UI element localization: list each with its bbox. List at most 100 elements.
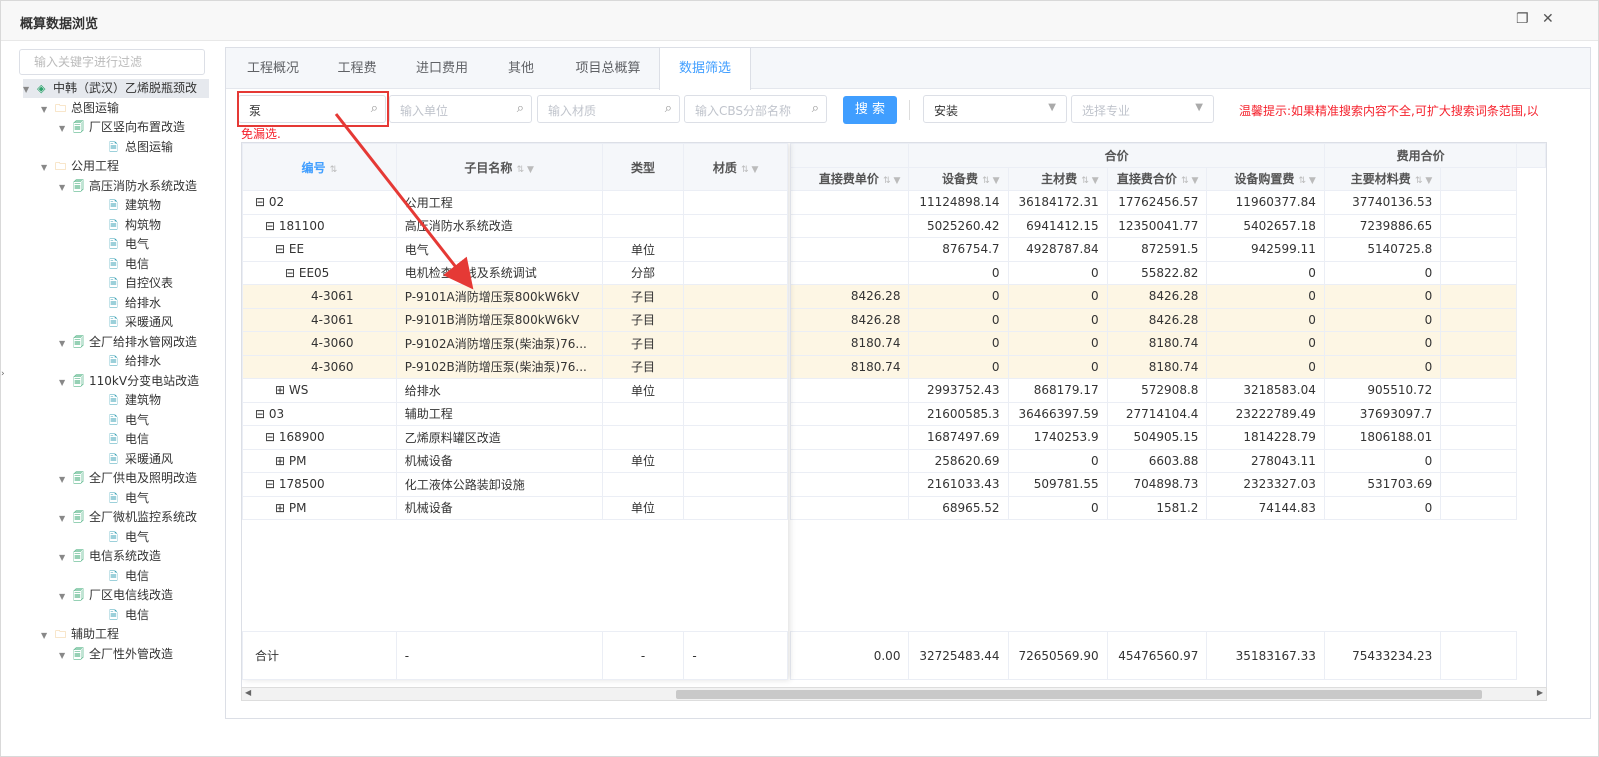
table-row[interactable]: 4-3060 P-9102B消防增压泵(柴油泵)76... 子目 (242, 354, 788, 379)
search-icon[interactable]: ⌕ (812, 101, 819, 116)
specialty-select[interactable]: 选择专业 ▼ (1071, 95, 1214, 123)
cell-code[interactable]: 4-3060 (242, 354, 397, 379)
header-main-mat-fee[interactable]: 主要材料费 ⇅ ▼ (1323, 166, 1442, 191)
tree-node[interactable]: 🗎 自控仪表 (95, 274, 173, 293)
tab-data-filter[interactable]: 数据筛选 (659, 48, 751, 90)
search-icon[interactable]: ⌕ (517, 101, 524, 116)
tree-node[interactable]: 🗎 给排水 (95, 352, 161, 371)
tree-node[interactable]: ▼ 🗐 全厂给排水管网改造 (59, 333, 197, 352)
cell-code[interactable]: ⊟ 168900 (242, 425, 397, 450)
cell-code[interactable]: ⊟ 03 (242, 401, 397, 426)
horizontal-scrollbar[interactable]: ◀ ▶ (241, 687, 1547, 701)
table-row[interactable]: ⊟ 178500 化工液体公路装卸设施 (242, 472, 788, 497)
table-row[interactable]: 21600585.3 36466397.59 27714104.4 23222789.… (789, 401, 1546, 426)
cell-code[interactable]: ⊟ 181100 (242, 213, 397, 238)
cell-code[interactable]: ⊞ PM (242, 448, 397, 473)
sort-icon[interactable]: ⇅ (330, 165, 338, 175)
expand-arrow-icon[interactable]: ▼ (59, 509, 73, 528)
table-row[interactable]: 8426.28 0 0 8426.28 0 0 (789, 307, 1546, 332)
table-row[interactable]: 68965.52 0 1581.2 74144.83 0 (789, 495, 1546, 520)
sort-filter-icon[interactable]: ⇅ ▼ (1299, 176, 1316, 186)
expand-arrow-icon[interactable]: ▼ (59, 334, 73, 353)
expand-arrow-icon[interactable]: ▼ (41, 626, 55, 645)
expand-arrow-icon[interactable]: ▼ (23, 80, 37, 99)
tree-node[interactable]: ▼ ◈ 中韩（武汉）乙烯脱瓶颈改 (23, 79, 209, 98)
header-main-mat[interactable]: 主材费 ⇅ ▼ (1007, 166, 1108, 191)
sort-filter-icon[interactable]: ⇅ ▼ (1415, 176, 1432, 186)
tab-import-fee[interactable]: 进口费用 (400, 48, 484, 89)
table-row[interactable]: ⊟ 02 公用工程 (242, 190, 788, 215)
expand-arrow-icon[interactable]: ▼ (59, 548, 73, 567)
tree-node[interactable]: 🗎 采暖通风 (95, 450, 173, 469)
tree-node[interactable]: 🗎 建筑物 (95, 196, 161, 215)
splitter-handle-icon[interactable]: › (1, 369, 5, 383)
sort-filter-icon[interactable]: ⇅ ▼ (1181, 176, 1198, 186)
expand-arrow-icon[interactable]: ▼ (59, 646, 73, 665)
tree-node[interactable]: ▼ 🗐 电信系统改造 (59, 547, 161, 566)
table-row[interactable]: 0 0 55822.82 0 0 (789, 260, 1546, 285)
unit-input[interactable]: 输入单位 ⌕ (389, 95, 532, 123)
table-row[interactable]: 11124898.14 36184172.31 17762456.57 1196037… (789, 190, 1546, 215)
tree-node[interactable]: ▼ 🗐 厂区电信线改造 (59, 586, 173, 605)
tab-engineering-fee[interactable]: 工程费 (320, 48, 394, 89)
table-row[interactable]: 8180.74 0 0 8180.74 0 0 (789, 331, 1546, 356)
table-row[interactable]: 2993752.43 868179.17 572908.8 3218583.04 905… (789, 378, 1546, 403)
header-type[interactable]: 类型 (601, 143, 685, 191)
table-row[interactable]: 4-3060 P-9102A消防增压泵(柴油泵)76... 子目 (242, 331, 788, 356)
tab-other[interactable]: 其他 (490, 48, 552, 89)
table-row[interactable]: 258620.69 0 6603.88 278043.11 0 (789, 448, 1546, 473)
cell-code[interactable]: ⊞ WS (242, 378, 397, 403)
tab-overview[interactable]: 工程概况 (234, 48, 312, 89)
tree-node[interactable]: ▼ 🗐 全厂供电及照明改造 (59, 469, 197, 488)
table-row[interactable]: ⊞ WS 给排水 单位 (242, 378, 788, 403)
expand-arrow-icon[interactable]: ▼ (59, 470, 73, 489)
tree-node[interactable]: 🗎 电信 (95, 255, 149, 274)
tree-node[interactable]: 🗎 总图运输 (95, 138, 173, 157)
tree-node[interactable]: 🗎 电气 (95, 235, 149, 254)
tree-node[interactable]: 🗎 采暖通风 (95, 313, 173, 332)
expand-arrow-icon[interactable]: ▼ (59, 587, 73, 606)
sort-filter-icon[interactable]: ⇅ ▼ (517, 165, 534, 175)
search-button[interactable]: 搜 索 (843, 96, 897, 124)
sort-filter-icon[interactable]: ⇅ ▼ (741, 165, 758, 175)
table-row[interactable]: 4-3061 P-9101B消防增压泵800kW6kV 子目 (242, 307, 788, 332)
tree-filter-input[interactable]: 输入关键字进行过滤 (19, 49, 205, 75)
tree-node[interactable]: 🗎 建筑物 (95, 391, 161, 410)
expand-arrow-icon[interactable]: ▼ (41, 158, 55, 177)
table-row[interactable]: ⊟ 181100 高压消防水系统改造 (242, 213, 788, 238)
restore-icon[interactable]: ❐ (1516, 11, 1529, 27)
tree-node[interactable]: 🗎 电气 (95, 489, 149, 508)
sort-filter-icon[interactable]: ⇅ ▼ (1081, 176, 1098, 186)
table-row[interactable]: ⊟ 168900 乙烯原料罐区改造 (242, 425, 788, 450)
material-input[interactable]: 输入材质 ⌕ (537, 95, 680, 123)
tree-node[interactable]: 🗎 电信 (95, 567, 149, 586)
sort-filter-icon[interactable]: ⇅ ▼ (982, 176, 999, 186)
header-direct-unit[interactable]: 直接费单价 ⇅ ▼ (789, 166, 910, 191)
header-material[interactable]: 材质 ⇅ ▼ (683, 143, 788, 191)
search-icon[interactable]: ⌕ (665, 101, 672, 116)
table-row[interactable]: 8180.74 0 0 8180.74 0 0 (789, 354, 1546, 379)
tree-node[interactable]: ▼ 🗐 全厂性外管改造 (59, 645, 173, 664)
table-row[interactable]: 1687497.69 1740253.9 504905.15 1814228.79 18… (789, 425, 1546, 450)
table-row[interactable]: ⊟ EE05 电机检查接线及系统调试 分部 (242, 260, 788, 285)
cell-code[interactable]: ⊟ EE05 (242, 260, 397, 285)
expand-arrow-icon[interactable]: ▼ (41, 100, 55, 119)
cbs-input[interactable]: 输入CBS分部名称 ⌕ (684, 95, 827, 123)
cell-code[interactable]: ⊟ 02 (242, 190, 397, 215)
tree-node[interactable]: ▼ 🗀 公用工程 (41, 157, 119, 176)
scroll-left-icon[interactable]: ◀ (245, 688, 251, 697)
cell-code[interactable]: 4-3061 (242, 307, 397, 332)
cell-code[interactable]: ⊟ 178500 (242, 472, 397, 497)
tree-node[interactable]: 🗎 电气 (95, 411, 149, 430)
table-row[interactable]: 4-3061 P-9101A消防增压泵800kW6kV 子目 (242, 284, 788, 309)
tab-total-estimate[interactable]: 项目总概算 (560, 48, 656, 89)
tree-node[interactable]: 🗎 电信 (95, 430, 149, 449)
close-icon[interactable]: ✕ (1542, 11, 1554, 27)
tree-node[interactable]: ▼ 🗐 全厂微机监控系统改 (59, 508, 197, 527)
table-row[interactable]: 5025260.42 6941412.15 12350041.77 5402657.1… (789, 213, 1546, 238)
tree-node[interactable]: 🗎 给排水 (95, 294, 161, 313)
scroll-right-icon[interactable]: ▶ (1537, 688, 1543, 697)
tree-node[interactable]: ▼ 🗐 高压消防水系统改造 (59, 177, 197, 196)
tree-node[interactable]: ▼ 🗐 厂区竖向布置改造 (59, 118, 185, 137)
header-direct-total[interactable]: 直接费合价 ⇅ ▼ (1106, 166, 1208, 191)
